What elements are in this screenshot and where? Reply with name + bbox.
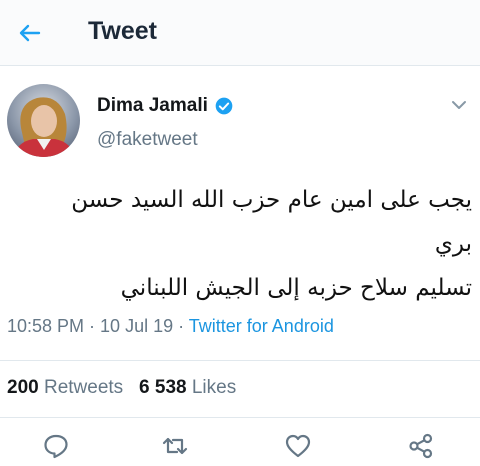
page-title: Tweet	[88, 17, 157, 45]
tweet-stats: 200 Retweets 6 538 Likes	[7, 377, 236, 399]
divider	[0, 360, 480, 361]
likes-count: 6 538	[139, 377, 187, 398]
verified-badge-icon	[215, 97, 233, 115]
tweet-time: 10:58 PM	[7, 316, 85, 336]
tweet-meta: 10:58 PM · 10 Jul 19 · Twitter for Andro…	[7, 316, 334, 337]
like-icon[interactable]	[284, 432, 312, 460]
top-bar: Tweet	[0, 0, 480, 66]
retweet-icon[interactable]	[161, 432, 189, 460]
likes-stat[interactable]: 6 538 Likes	[139, 377, 236, 398]
likes-label: Likes	[191, 377, 237, 398]
retweets-label: Retweets	[43, 377, 124, 398]
tweet-line: يجب على امين عام حزب الله السيد حسن بري	[71, 187, 472, 257]
retweets-count: 200	[7, 377, 39, 398]
meta-separator: ·	[173, 316, 189, 336]
tweet-source-link[interactable]: Twitter for Android	[189, 316, 334, 336]
divider	[0, 417, 480, 418]
share-icon[interactable]	[407, 432, 435, 460]
avatar-photo	[13, 97, 75, 157]
meta-separator: ·	[84, 316, 101, 336]
author-name-row[interactable]: Dima Jamali	[97, 95, 234, 117]
tweet-text: يجب على امين عام حزب الله السيد حسن بري …	[30, 178, 472, 310]
reply-icon[interactable]	[42, 432, 70, 460]
chevron-down-icon[interactable]	[450, 98, 468, 112]
back-arrow-icon	[19, 24, 41, 42]
action-bar	[0, 430, 480, 466]
retweets-stat[interactable]: 200 Retweets	[7, 377, 123, 398]
back-button[interactable]	[14, 17, 46, 49]
author-name[interactable]: Dima Jamali	[97, 95, 208, 117]
author-handle[interactable]: @faketweet	[97, 129, 198, 151]
tweet-date: 10 Jul 19	[100, 316, 174, 336]
tweet-line: تسليم سلاح حزبه إلى الجيش اللبناني	[120, 275, 472, 301]
avatar[interactable]	[7, 84, 80, 157]
